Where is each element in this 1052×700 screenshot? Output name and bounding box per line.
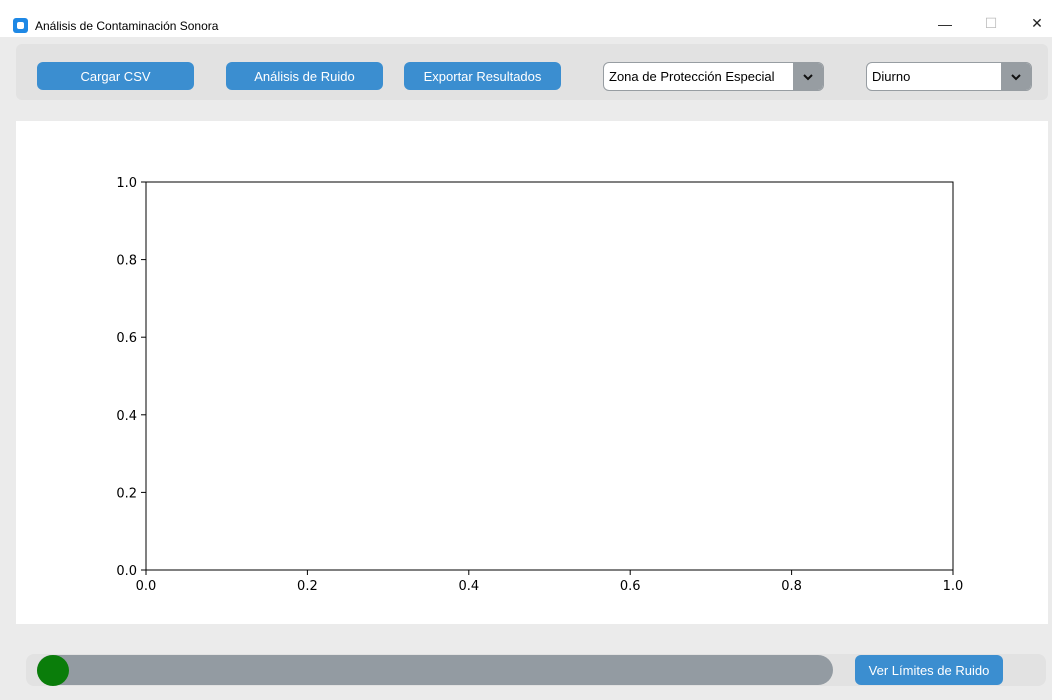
app-icon [13, 18, 28, 33]
period-select-dropdown-button[interactable] [1001, 63, 1031, 90]
minimize-button[interactable]: — [922, 10, 968, 37]
chevron-down-icon [1011, 73, 1021, 80]
x-tick-label: 0.8 [781, 579, 802, 594]
axes-frame [145, 181, 954, 571]
noise-slider-track[interactable] [37, 655, 833, 685]
y-tick-label: 0.0 [116, 564, 137, 579]
close-button[interactable]: ✕ [1014, 10, 1052, 37]
x-tick-label: 0.2 [297, 579, 318, 594]
plot-panel: 0.0 0.2 0.4 0.6 0.8 1.0 0.0 0.2 0.4 0.6 0.8 1.0 [16, 121, 1048, 624]
export-results-button[interactable]: Exportar Resultados [404, 62, 561, 90]
period-select-value: Diurno [872, 69, 911, 84]
period-select[interactable]: Diurno [866, 62, 1032, 91]
chart: 0.0 0.2 0.4 0.6 0.8 1.0 0.0 0.2 0.4 0.6 0.8 1.0 [116, 176, 964, 594]
window-title: Análisis de Contaminación Sonora [35, 19, 219, 33]
zone-select-value: Zona de Protección Especial [609, 69, 775, 84]
noise-analysis-button[interactable]: Análisis de Ruido [226, 62, 383, 90]
x-tick-label: 1.0 [943, 579, 964, 594]
x-tick-label: 0.6 [620, 579, 641, 594]
load-csv-button[interactable]: Cargar CSV [37, 62, 194, 90]
view-noise-limits-button[interactable]: Ver Límites de Ruido [855, 655, 1003, 685]
chevron-down-icon [803, 73, 813, 80]
y-tick-label: 0.4 [116, 409, 137, 424]
x-tick-label: 0.0 [136, 579, 157, 594]
noise-slider-knob[interactable] [37, 655, 69, 686]
y-tick-label: 1.0 [116, 176, 137, 191]
y-tick-label: 0.8 [116, 254, 137, 269]
zone-select[interactable]: Zona de Protección Especial [603, 62, 824, 91]
zone-select-dropdown-button[interactable] [793, 63, 823, 90]
x-tick-label: 0.4 [458, 579, 479, 594]
title-bar: Análisis de Contaminación Sonora — ☐ ✕ [0, 0, 1052, 37]
maximize-button[interactable]: ☐ [968, 10, 1014, 37]
y-tick-label: 0.6 [116, 331, 137, 346]
y-tick-label: 0.2 [116, 486, 137, 501]
